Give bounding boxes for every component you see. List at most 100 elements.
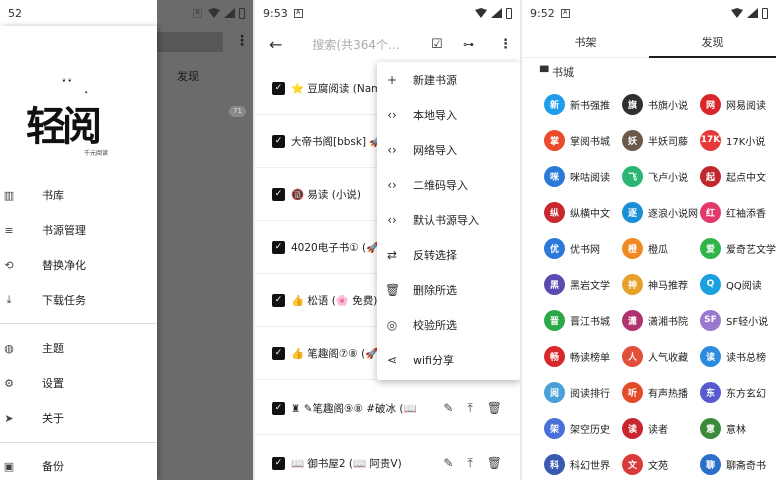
edit-icon[interactable]: ✎ xyxy=(443,456,453,471)
site-item[interactable]: 东东方玄幻 xyxy=(700,374,776,410)
drawer-scrim[interactable]: ⋮ 发现 71 xyxy=(157,0,253,480)
checkbox-checked[interactable]: ✓ xyxy=(272,401,285,415)
to-top-icon[interactable]: ⤒ xyxy=(467,456,472,471)
site-item[interactable]: 红红袖添香 xyxy=(700,194,776,230)
checkbox-checked[interactable]: ✓ xyxy=(272,456,285,470)
site-item[interactable]: 橙橙瓜 xyxy=(622,230,700,266)
menu-item-qr-import[interactable]: ‹› 二维码导入 xyxy=(377,167,520,202)
drawer-item-backup[interactable]: ▣ 备份 xyxy=(0,454,157,478)
tab-discover[interactable]: 发现 xyxy=(649,26,776,58)
back-arrow-icon[interactable]: ← xyxy=(269,35,282,54)
drawer-item-download[interactable]: ⤓ 下载任务 xyxy=(0,288,157,312)
site-item[interactable]: 文文苑 xyxy=(622,446,700,480)
site-item[interactable]: 咪咪咕阅读 xyxy=(544,158,622,194)
site-item[interactable]: 妖半妖司藤 xyxy=(622,122,700,158)
site-item[interactable]: Q QQ阅读 xyxy=(700,266,776,302)
site-item[interactable]: 网网易阅读 xyxy=(700,86,776,122)
wifi-icon xyxy=(731,8,743,18)
site-label: 网易阅读 xyxy=(726,100,766,112)
site-item[interactable]: 掌掌阅书城 xyxy=(544,122,622,158)
more-vert-icon[interactable]: ⋮ xyxy=(499,37,512,52)
delete-icon[interactable]: 🗑 xyxy=(487,401,502,416)
site-logo-icon: 聊 xyxy=(700,453,721,475)
menu-item-invert-selection[interactable]: ⇄ 反转选择 xyxy=(377,237,520,272)
tab-bookshelf[interactable]: 书架 xyxy=(522,26,649,57)
drawer-item-settings[interactable]: ⚙ 设置 xyxy=(0,371,157,395)
panel-discover: 9:52 A 书架 发现 ▀ 书城 新新书强推旗书旗小说网网易阅读掌掌阅书城妖半… xyxy=(522,0,776,480)
drawer-item-about[interactable]: ➤ 关于 xyxy=(0,406,157,430)
checkbox-checked[interactable]: ✓ xyxy=(272,187,285,201)
checkbox-checked[interactable]: ✓ xyxy=(272,134,285,148)
menu-item-default-import[interactable]: ‹› 默认书源导入 xyxy=(377,202,520,237)
site-label: 神马推荐 xyxy=(648,280,688,292)
drawer-item-source-manage[interactable]: ≡ 书源管理 xyxy=(0,218,157,242)
site-label: 书旗小说 xyxy=(648,100,688,112)
site-item[interactable]: 科科幻世界 xyxy=(544,446,622,480)
site-item[interactable]: 意意林 xyxy=(700,410,776,446)
menu-item-new-source[interactable]: + 新建书源 xyxy=(377,62,520,97)
checkbox-checked[interactable]: ✓ xyxy=(272,293,285,307)
site-item[interactable]: 聊聊斋奇书 xyxy=(700,446,776,480)
gear-icon: ⚙ xyxy=(4,376,14,390)
site-logo-icon: 潇 xyxy=(622,309,643,331)
site-item[interactable]: 畅畅读榜单 xyxy=(544,338,622,374)
site-item[interactable]: 起起点中文 xyxy=(700,158,776,194)
site-label: 晋江书城 xyxy=(570,316,610,328)
site-logo-icon: 东 xyxy=(700,381,721,403)
edit-icon[interactable]: ✎ xyxy=(443,401,453,416)
site-label: 畅读榜单 xyxy=(570,352,610,364)
menu-item-check-selected[interactable]: ◎ 校验所选 xyxy=(377,307,520,342)
site-item[interactable]: 爱爱奇艺文学 xyxy=(700,230,776,266)
menu-item-network-import[interactable]: ‹› 网络导入 xyxy=(377,132,520,167)
site-logo-icon: 飞 xyxy=(622,165,643,187)
site-logo-icon: 读 xyxy=(622,417,643,439)
source-row[interactable]: ✓ ♜ ✎笔趣阁⑨⑧ #破冰 (📖 ✎ ⤒ 🗑 xyxy=(255,382,520,435)
group-icon[interactable]: ⊶ xyxy=(463,38,474,51)
site-item[interactable]: 架架空历史 xyxy=(544,410,622,446)
site-item[interactable]: 读读者 xyxy=(622,410,700,446)
count-badge: 71 xyxy=(229,106,246,117)
site-logo-icon: 架 xyxy=(544,417,565,439)
toolbar: ← 搜索(共364个... ☑ ⊶ ⋮ xyxy=(255,26,520,62)
drawer-item-replace[interactable]: ⟲ 替换净化 xyxy=(0,253,157,277)
site-item[interactable]: 听有声热播 xyxy=(622,374,700,410)
site-label: 有声热播 xyxy=(648,388,688,400)
site-item[interactable]: 17K 17K小说 xyxy=(700,122,776,158)
site-item[interactable]: 潇潇湘书院 xyxy=(622,302,700,338)
site-label: 文苑 xyxy=(648,460,668,472)
site-item[interactable]: 逐逐浪小说网 xyxy=(622,194,700,230)
section-header: ▀ 书城 xyxy=(540,66,574,79)
site-label: 东方玄幻 xyxy=(726,388,766,400)
site-item[interactable]: 飞飞卢小说 xyxy=(622,158,700,194)
source-row[interactable]: ✓ 📖 御书屋2 (📖 阿贵V) ✎ ⤒ 🗑 xyxy=(255,437,520,480)
delete-icon[interactable]: 🗑 xyxy=(487,456,502,471)
site-logo-icon: 纵 xyxy=(544,201,565,223)
site-label: 阅读排行 xyxy=(570,388,610,400)
site-item[interactable]: 旗书旗小说 xyxy=(622,86,700,122)
site-item[interactable]: 晋晋江书城 xyxy=(544,302,622,338)
battery-icon xyxy=(239,7,245,19)
drawer-divider xyxy=(0,442,157,443)
edit-box-icon[interactable]: ☑ xyxy=(431,37,443,52)
site-item[interactable]: 人人气收藏 xyxy=(622,338,700,374)
checkbox-checked[interactable]: ✓ xyxy=(272,346,285,360)
site-item[interactable]: 纵纵横中文 xyxy=(544,194,622,230)
menu-item-wifi-share[interactable]: ⋖ wifi分享 xyxy=(377,342,520,377)
search-input[interactable]: 搜索(共364个... xyxy=(312,36,399,53)
menu-item-delete-selected[interactable]: 🗑 删除所选 xyxy=(377,272,520,307)
site-logo-icon: 17K xyxy=(700,129,721,151)
site-item[interactable]: 神神马推荐 xyxy=(622,266,700,302)
drawer-item-theme[interactable]: ◍ 主题 xyxy=(0,336,157,360)
checkbox-checked[interactable]: ✓ xyxy=(272,240,285,254)
site-item[interactable]: SF SF轻小说 xyxy=(700,302,776,338)
site-item[interactable]: 读读书总榜 xyxy=(700,338,776,374)
site-item[interactable]: 优优书网 xyxy=(544,230,622,266)
checkbox-checked[interactable]: ✓ xyxy=(272,81,285,95)
site-label: 红袖添香 xyxy=(726,208,766,220)
drawer-item-library[interactable]: ▥ 书库 xyxy=(0,183,157,207)
to-top-icon[interactable]: ⤒ xyxy=(467,401,472,416)
menu-item-local-import[interactable]: ‹› 本地导入 xyxy=(377,97,520,132)
site-item[interactable]: 新新书强推 xyxy=(544,86,622,122)
site-item[interactable]: 阅阅读排行 xyxy=(544,374,622,410)
site-item[interactable]: 黑黑岩文学 xyxy=(544,266,622,302)
